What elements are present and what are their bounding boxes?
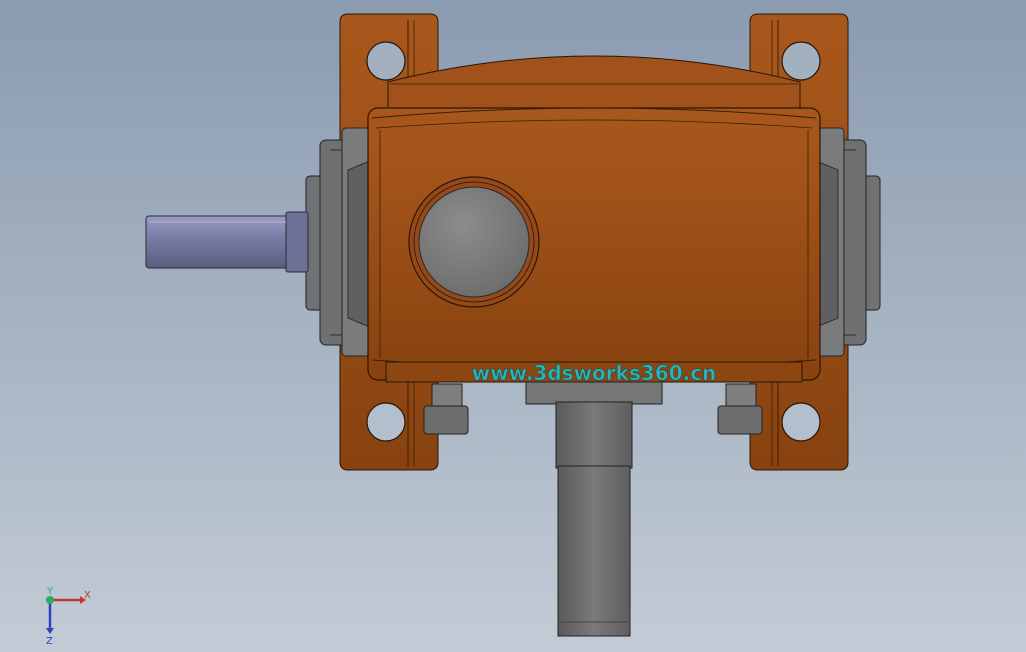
- bolt-hole-top-left: [366, 41, 406, 81]
- output-flange: [525, 381, 663, 405]
- input-shaft[interactable]: [145, 211, 309, 273]
- output-shaft[interactable]: [555, 401, 633, 637]
- graphics-viewport[interactable]: www.3dsworks360.cn X Y Z: [0, 0, 1026, 652]
- y-axis-label: Y: [46, 586, 54, 597]
- watermark: www.3dsworks360.cn: [472, 361, 717, 385]
- inspection-cover[interactable]: [408, 176, 540, 308]
- bearing-cap-left[interactable]: [305, 127, 377, 357]
- bolt-stud-right: [717, 383, 763, 435]
- housing-dome: [387, 55, 801, 109]
- bolt-hole-top-right: [781, 41, 821, 81]
- gearbox-model[interactable]: www.3dsworks360.cn: [0, 0, 1026, 652]
- bolt-hole-bottom-right: [781, 402, 821, 442]
- y-axis-dot: [46, 596, 54, 604]
- coordinate-triad[interactable]: X Y Z: [40, 586, 100, 646]
- bolt-hole-bottom-left: [366, 402, 406, 442]
- z-axis-label: Z: [46, 636, 53, 646]
- x-axis-label: X: [84, 590, 91, 601]
